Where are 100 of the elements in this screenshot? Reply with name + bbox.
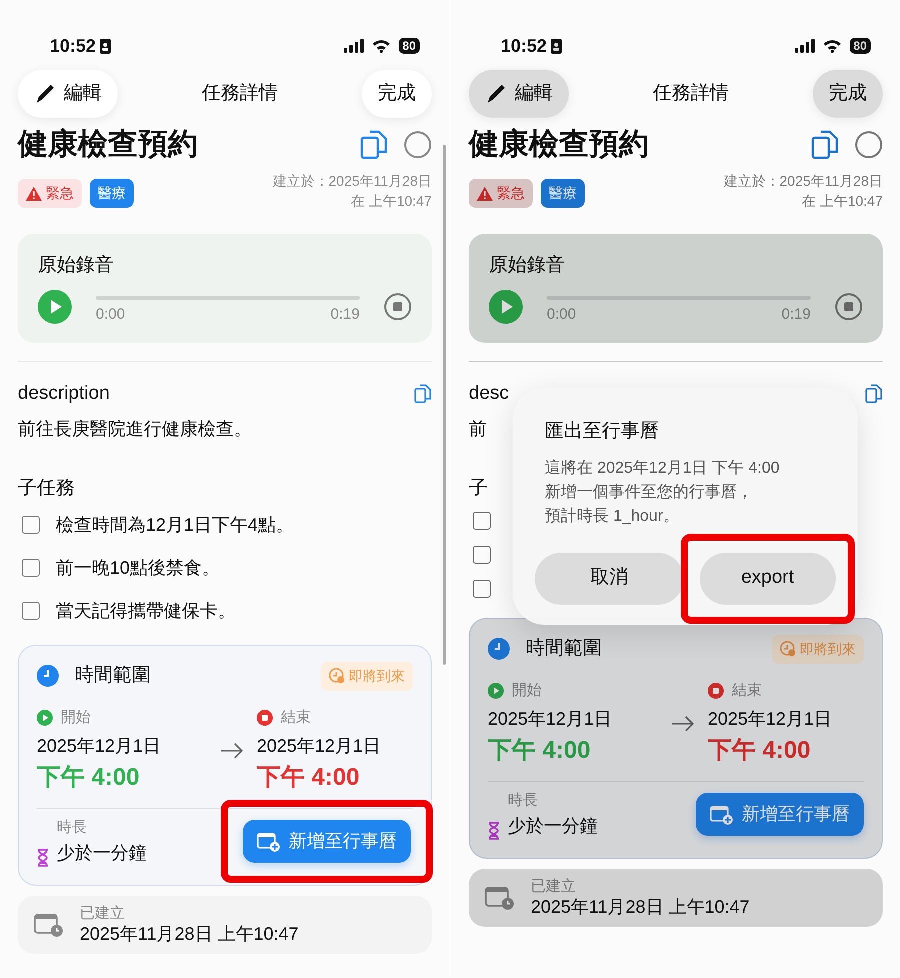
focus-icon: [551, 38, 562, 54]
hourglass-icon: [488, 822, 500, 840]
alert-message: 這將在 2025年12月1日 下午 4:00 新增一個事件至您的行事曆， 預計時長 1_hour。: [544, 458, 781, 526]
signal-icon: [344, 39, 364, 53]
description-text: 前: [469, 418, 487, 442]
checkbox[interactable]: [22, 559, 40, 578]
done-button[interactable]: 完成: [813, 70, 883, 118]
clock-icon: [329, 668, 345, 684]
task-title: 健康檢查預約: [18, 127, 198, 163]
end-time: 下午 4:00: [708, 736, 812, 766]
created-datetime: 2025年11月28日 上午10:47: [531, 896, 750, 920]
play-icon[interactable]: [38, 290, 72, 324]
description-text: 前往長庚醫院進行健康檢查。: [18, 418, 252, 442]
progress-track[interactable]: [96, 296, 360, 300]
task-title: 健康檢查預約: [469, 127, 649, 163]
subtask-text: 檢查時間為12月1日下午4點。: [56, 514, 294, 537]
calendar-add-icon: [710, 804, 734, 825]
stop-icon[interactable]: [384, 293, 412, 322]
checkbox[interactable]: [473, 580, 491, 598]
start-time: 下午 4:00: [488, 736, 592, 766]
cancel-button[interactable]: 取消: [535, 552, 684, 604]
focus-icon: [100, 38, 112, 54]
wifi-icon: [822, 39, 842, 53]
status-badge: 即將到來: [321, 662, 413, 691]
signal-icon: [794, 39, 815, 53]
battery-indicator: 80: [398, 38, 420, 54]
warning-icon: [477, 186, 493, 200]
screen-title: 任務詳情: [202, 82, 278, 106]
completion-checkbox[interactable]: [404, 130, 432, 158]
clock-time: 10:52: [501, 34, 548, 58]
add-to-calendar-button[interactable]: 新增至行事曆: [243, 820, 411, 864]
edit-button[interactable]: 編輯: [18, 70, 118, 118]
arrow-icon: [671, 716, 695, 732]
copy-icon[interactable]: [811, 130, 839, 160]
checkbox[interactable]: [22, 516, 40, 534]
start-time: 下午 4:00: [37, 763, 141, 794]
play-icon: [37, 710, 53, 726]
priority-tag: 緊急: [18, 179, 82, 208]
created-time: 在 上午10:47: [350, 192, 432, 212]
elapsed-time: 0:00: [547, 305, 576, 326]
field-label: 已建立: [80, 904, 126, 924]
clock-icon: [488, 638, 510, 660]
subtask-text: 當天記得攜帶健保卡。: [56, 600, 236, 623]
checkbox[interactable]: [473, 512, 491, 530]
play-icon: [488, 682, 504, 699]
screen-title: 任務詳情: [653, 82, 729, 106]
recording-title: 原始錄音: [489, 254, 566, 278]
date-text: 2025年12月1日: [37, 735, 162, 758]
total-time: 0:19: [782, 305, 811, 326]
battery-indicator: 80: [850, 38, 871, 54]
elapsed-time: 0:00: [96, 305, 126, 326]
field-label: 開始: [512, 680, 542, 701]
created-datetime: 2025年11月28日 上午10:47: [80, 923, 299, 946]
checkbox[interactable]: [22, 602, 40, 620]
field-label: 已建立: [531, 876, 577, 896]
field-label: 開始: [61, 708, 91, 728]
end-time: 下午 4:00: [257, 763, 361, 794]
section-label: 子: [469, 477, 488, 502]
copy-icon[interactable]: [360, 130, 388, 160]
category-tag: 醫療: [541, 179, 585, 208]
section-label: description: [18, 382, 110, 406]
field-label: 時長: [57, 818, 88, 838]
subtask-text: 前一晚10點後禁食。: [56, 556, 220, 580]
section-label: desc: [469, 382, 510, 406]
arrow-icon: [220, 743, 244, 760]
duration-text: 少於一分鐘: [508, 814, 598, 838]
calendar-clock-icon: [34, 912, 64, 938]
stop-icon: [257, 710, 273, 726]
pencil-icon: [485, 83, 507, 105]
section-label: 子任務: [18, 477, 75, 502]
calendar-clock-icon: [485, 885, 515, 912]
copy-icon[interactable]: [414, 384, 432, 404]
pencil-icon: [34, 83, 56, 105]
copy-icon[interactable]: [865, 384, 883, 404]
field-label: 時長: [508, 791, 539, 812]
completion-checkbox[interactable]: [855, 130, 883, 158]
done-button[interactable]: 完成: [362, 70, 432, 118]
clock-icon: [37, 665, 59, 688]
total-time: 0:19: [330, 305, 360, 326]
field-label: 結束: [732, 680, 762, 701]
date-text: 2025年12月1日: [488, 708, 614, 732]
duration-text: 少於一分鐘: [57, 842, 147, 865]
card-title: 時間範圍: [526, 636, 602, 661]
clock-icon: [780, 641, 796, 658]
checkbox[interactable]: [473, 546, 491, 564]
created-date: 建立於：2025年11月28日: [724, 172, 883, 191]
play-icon[interactable]: [489, 290, 523, 324]
progress-track[interactable]: [547, 296, 811, 300]
recording-title: 原始錄音: [38, 254, 115, 278]
warning-icon: [26, 186, 42, 200]
stop-icon[interactable]: [835, 293, 863, 322]
export-button[interactable]: export: [700, 552, 836, 604]
alert-title: 匯出至行事曆: [544, 420, 660, 444]
status-badge: 即將到來: [772, 634, 864, 664]
hourglass-icon: [37, 848, 49, 867]
priority-tag: 緊急: [469, 179, 533, 208]
field-label: 結束: [281, 708, 311, 728]
wifi-icon: [372, 39, 391, 53]
category-tag: 醫療: [90, 179, 134, 208]
edit-button[interactable]: 編輯: [469, 70, 569, 118]
